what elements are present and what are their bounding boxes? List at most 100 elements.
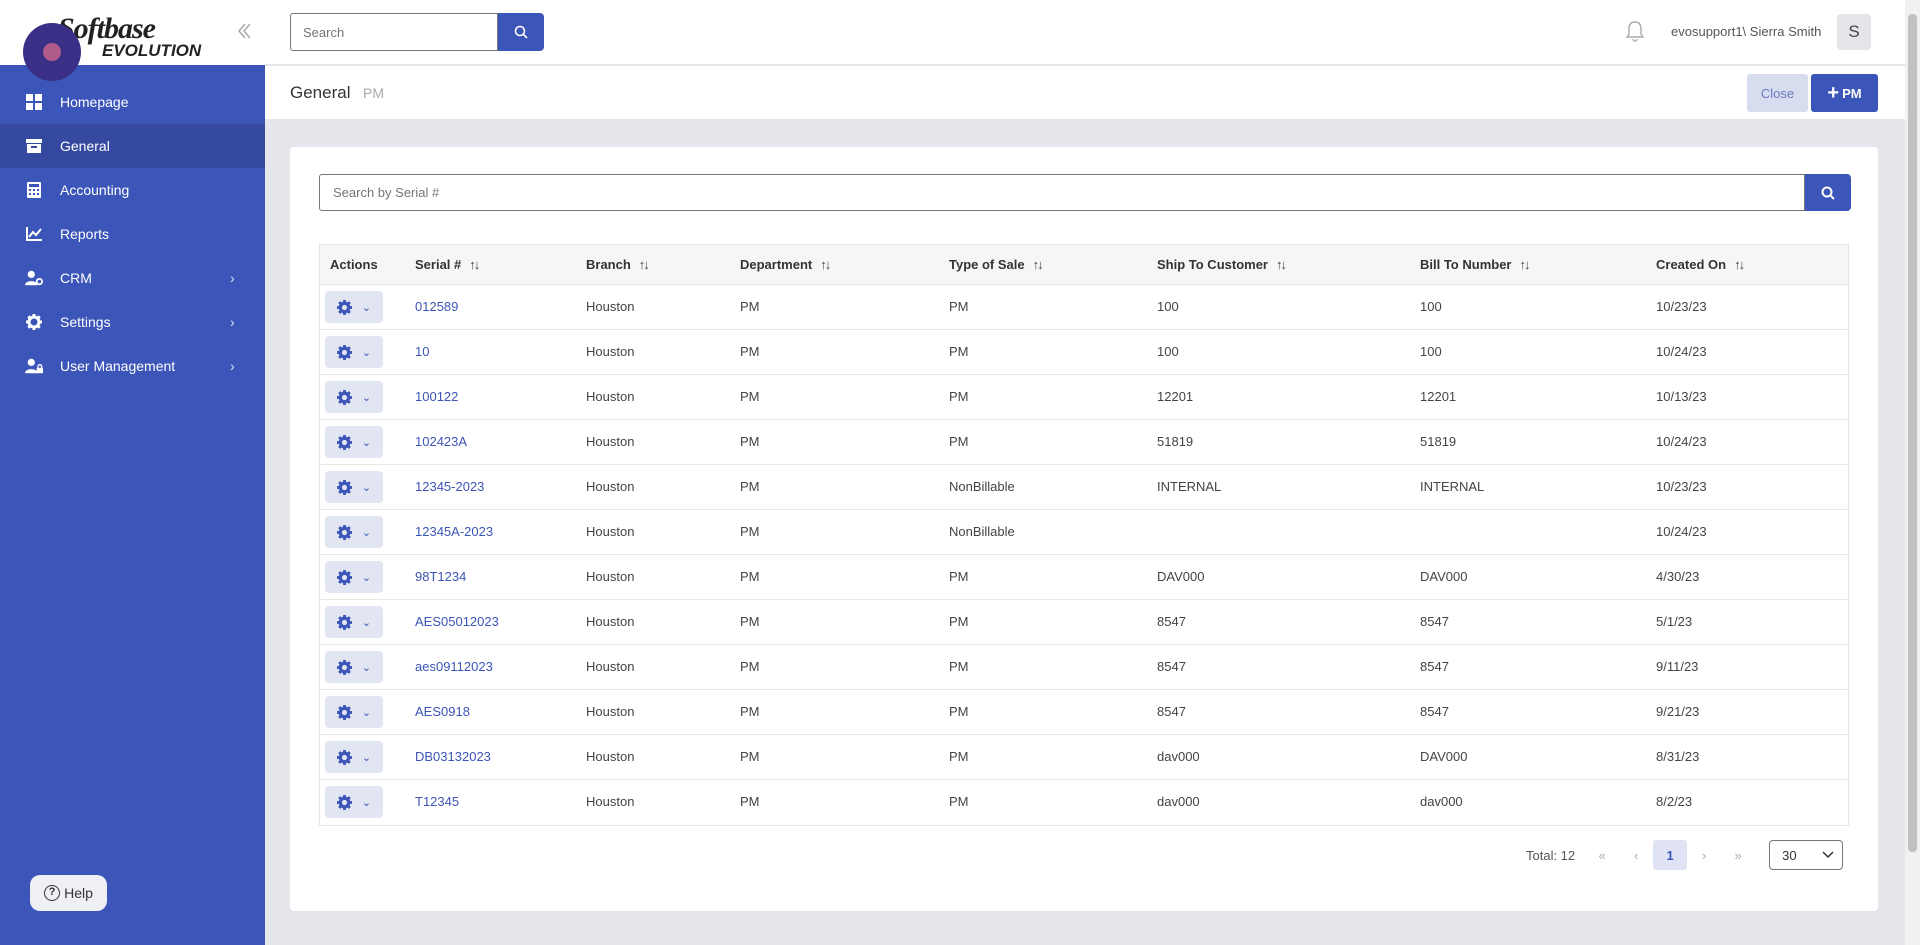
- row-actions-button[interactable]: ⌄: [325, 696, 383, 728]
- content-card: Actions Serial #↑↓ Branch↑↓ Department↑↓…: [290, 147, 1878, 911]
- bell-icon[interactable]: [1625, 20, 1647, 44]
- cell-branch: Houston: [586, 659, 635, 674]
- close-button[interactable]: Close: [1747, 74, 1808, 112]
- cell-type-of-sale: PM: [949, 749, 969, 764]
- cell-created-on: 8/2/23: [1656, 794, 1693, 809]
- help-label: Help: [64, 885, 93, 901]
- serial-search-input[interactable]: [319, 174, 1805, 211]
- next-page-button[interactable]: ›: [1687, 840, 1721, 870]
- cell-branch: Houston: [586, 749, 635, 764]
- cell-serial-link[interactable]: 98T1234: [415, 569, 466, 584]
- sort-icon[interactable]: ↑↓: [1276, 257, 1287, 272]
- cell-ship-to: 100: [1157, 299, 1179, 314]
- cell-bill-to: DAV000: [1420, 569, 1468, 584]
- cell-serial-link[interactable]: 10: [415, 344, 429, 359]
- column-header-created-on[interactable]: Created On ↑↓: [1656, 257, 1745, 272]
- total-count: Total: 12: [1526, 847, 1576, 863]
- sort-icon[interactable]: ↑↓: [469, 257, 480, 272]
- sort-icon[interactable]: ↑↓: [1519, 257, 1530, 272]
- cell-serial-link[interactable]: 100122: [415, 389, 458, 404]
- collapse-sidebar-icon[interactable]: [236, 22, 256, 42]
- sort-icon[interactable]: ↑↓: [639, 257, 650, 272]
- cell-type-of-sale: PM: [949, 794, 969, 809]
- table-row: ⌄ 12345A-2023 Houston PM NonBillable 10/24/23: [320, 510, 1848, 555]
- sort-icon[interactable]: ↑↓: [820, 257, 831, 272]
- row-actions-button[interactable]: ⌄: [325, 381, 383, 413]
- row-actions-button[interactable]: ⌄: [325, 336, 383, 368]
- cell-serial-link[interactable]: aes09112023: [415, 659, 493, 674]
- global-search-button[interactable]: [498, 13, 544, 51]
- column-header-ship-to-customer[interactable]: Ship To Customer ↑↓: [1157, 257, 1287, 272]
- sort-icon[interactable]: ↑↓: [1734, 257, 1745, 272]
- add-pm-button[interactable]: + PM: [1811, 74, 1878, 112]
- sidebar-item-user-management[interactable]: User Management ›: [0, 344, 265, 388]
- page-size-select[interactable]: 30: [1769, 840, 1844, 870]
- cell-department: PM: [740, 749, 760, 764]
- column-header-type-of-sale[interactable]: Type of Sale ↑↓: [949, 257, 1044, 272]
- chevron-down-icon: ⌄: [361, 481, 372, 494]
- sidebar-item-label: User Management: [60, 358, 176, 374]
- cell-type-of-sale: PM: [949, 659, 969, 674]
- column-header-bill-to-number[interactable]: Bill To Number ↑↓: [1420, 257, 1530, 272]
- row-actions-button[interactable]: ⌄: [325, 516, 383, 548]
- cell-serial-link[interactable]: AES0918: [415, 704, 470, 719]
- column-header-department[interactable]: Department ↑↓: [740, 257, 831, 272]
- row-actions-button[interactable]: ⌄: [325, 426, 383, 458]
- avatar[interactable]: S: [1837, 14, 1871, 50]
- cell-created-on: 5/1/23: [1656, 614, 1693, 629]
- sidebar-item-reports[interactable]: Reports: [0, 212, 265, 256]
- cell-serial-link[interactable]: 012589: [415, 299, 458, 314]
- cell-bill-to: 100: [1420, 344, 1442, 359]
- cell-serial-link[interactable]: T12345: [415, 794, 459, 809]
- row-actions-button[interactable]: ⌄: [325, 741, 383, 773]
- column-header-serial[interactable]: Serial # ↑↓: [415, 257, 480, 272]
- row-actions-button[interactable]: ⌄: [325, 651, 383, 683]
- cell-serial-link[interactable]: 102423A: [415, 434, 467, 449]
- cell-created-on: 10/23/23: [1656, 299, 1707, 314]
- sort-icon[interactable]: ↑↓: [1033, 257, 1044, 272]
- column-header-branch[interactable]: Branch ↑↓: [586, 257, 650, 272]
- page-scrollbar[interactable]: [1905, 0, 1920, 945]
- gear-icon: [336, 749, 352, 765]
- cell-ship-to: dav000: [1157, 794, 1200, 809]
- row-actions-button[interactable]: ⌄: [325, 291, 383, 323]
- row-actions-button[interactable]: ⌄: [325, 606, 383, 638]
- cell-bill-to: 12201: [1420, 389, 1457, 404]
- sidebar-item-general[interactable]: General: [0, 124, 265, 168]
- cell-serial-link[interactable]: AES05012023: [415, 614, 499, 629]
- chevron-down-icon: ⌄: [361, 616, 372, 629]
- row-actions-button[interactable]: ⌄: [325, 561, 383, 593]
- serial-search-button[interactable]: [1805, 174, 1851, 211]
- last-page-button[interactable]: »: [1721, 840, 1755, 870]
- cell-department: PM: [740, 659, 760, 674]
- prev-page-button[interactable]: ‹: [1619, 840, 1653, 870]
- cell-department: PM: [740, 479, 760, 494]
- table-row: ⌄ AES05012023 Houston PM PM 8547 8547 5/1/23: [320, 600, 1848, 645]
- chevron-down-icon: ⌄: [361, 796, 372, 809]
- gear-icon: [336, 479, 352, 495]
- sidebar-item-crm[interactable]: CRM ›: [0, 256, 265, 300]
- row-actions-button[interactable]: ⌄: [325, 471, 383, 503]
- page-button-current[interactable]: 1: [1653, 840, 1688, 870]
- cell-serial-link[interactable]: 12345-2023: [415, 479, 484, 494]
- sidebar-item-settings[interactable]: Settings ›: [0, 300, 265, 344]
- help-button[interactable]: ? Help: [30, 875, 107, 911]
- row-actions-button[interactable]: ⌄: [325, 786, 383, 818]
- cell-serial-link[interactable]: DB03132023: [415, 749, 491, 764]
- cell-type-of-sale: PM: [949, 614, 969, 629]
- cell-serial-link[interactable]: 12345A-2023: [415, 524, 493, 539]
- user-name[interactable]: evosupport1\ Sierra Smith: [1671, 24, 1821, 39]
- cell-created-on: 10/23/23: [1656, 479, 1707, 494]
- column-header-actions: Actions: [330, 257, 378, 272]
- sidebar-item-label: CRM: [60, 270, 92, 286]
- first-page-button[interactable]: «: [1585, 840, 1619, 870]
- cell-department: PM: [740, 299, 760, 314]
- sidebar-item-accounting[interactable]: Accounting: [0, 168, 265, 212]
- table-row: ⌄ 100122 Houston PM PM 12201 12201 10/13/23: [320, 375, 1848, 420]
- sidebar-item-homepage[interactable]: Homepage: [0, 80, 265, 124]
- cell-type-of-sale: PM: [949, 344, 969, 359]
- scrollbar-thumb[interactable]: [1908, 14, 1917, 852]
- global-search-input[interactable]: [290, 13, 498, 51]
- cell-type-of-sale: PM: [949, 569, 969, 584]
- chevron-right-icon: ›: [230, 314, 235, 330]
